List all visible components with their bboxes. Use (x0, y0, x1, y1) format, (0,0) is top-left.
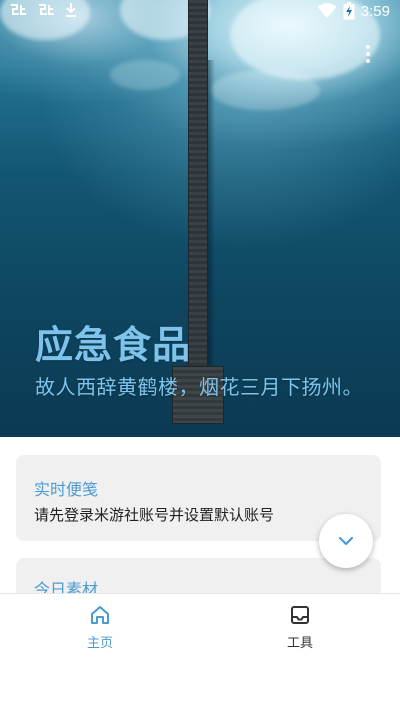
nav-item-home[interactable]: 主页 (0, 604, 200, 651)
bug-icon (36, 2, 56, 18)
hero-subtitle: 故人西辞黄鹤楼，烟花三月下扬州。 (35, 375, 363, 399)
pier-shadow (207, 60, 215, 380)
home-icon (91, 606, 109, 624)
inbox-icon (291, 606, 309, 624)
hero-banner: 应急食品 故人西辞黄鹤楼，烟花三月下扬州。 (0, 0, 400, 437)
download-icon (64, 2, 78, 18)
dot (366, 52, 370, 56)
dot (366, 59, 370, 63)
dot (366, 45, 370, 49)
battery-charging-icon (343, 2, 355, 20)
overflow-menu-button[interactable] (360, 43, 376, 65)
card-message: 请先登录米游社账号并设置默认账号 (34, 506, 275, 524)
bug-icon (8, 2, 28, 18)
expand-button[interactable] (319, 514, 373, 568)
chevron-down-icon (338, 536, 354, 546)
wave-foam (210, 70, 320, 110)
status-bar: 3:59 (0, 0, 400, 22)
clock: 3:59 (360, 2, 390, 20)
wifi-icon (317, 3, 337, 19)
nav-item-tools[interactable]: 工具 (200, 604, 400, 651)
nav-label-tools: 工具 (286, 636, 313, 651)
hero-title: 应急食品 (35, 323, 192, 367)
wave-foam (110, 60, 180, 90)
card-title: 实时便笺 (34, 480, 99, 499)
bottom-navigation: 主页 工具 (0, 593, 400, 709)
nav-label-home: 主页 (86, 636, 113, 651)
